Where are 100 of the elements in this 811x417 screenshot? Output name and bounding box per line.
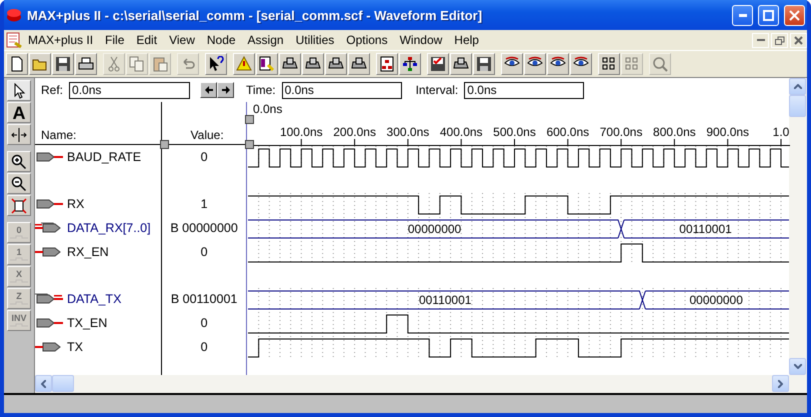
signal-value: B 00110001 xyxy=(170,292,238,306)
toolbar-button[interactable] xyxy=(348,53,370,75)
tick-label: 900.0ns xyxy=(706,125,750,139)
toolbar-button[interactable] xyxy=(325,53,347,75)
signal-name[interactable]: TX_EN xyxy=(67,316,108,330)
magnifier-icon xyxy=(652,56,668,72)
time-field[interactable]: 0.0ns xyxy=(282,82,402,98)
toolbar-button[interactable] xyxy=(205,53,227,75)
bus-value: 00000000 xyxy=(408,222,462,236)
toolbar-button[interactable] xyxy=(570,53,592,75)
signal-value: 0 xyxy=(200,245,209,259)
close-icon xyxy=(794,36,803,44)
toolbar-button[interactable] xyxy=(233,53,255,75)
scroll-left-button[interactable] xyxy=(35,375,52,392)
toolbar-button[interactable] xyxy=(52,53,74,75)
bus-value: 00110001 xyxy=(418,293,472,307)
maximize-icon xyxy=(763,10,774,20)
minimize-button[interactable] xyxy=(752,32,769,48)
copy-icon xyxy=(129,56,145,72)
toolbar-button[interactable] xyxy=(598,53,620,75)
toolbar-button[interactable] xyxy=(427,53,449,75)
time-label: Time: xyxy=(246,83,276,97)
scroll-up-button[interactable] xyxy=(789,78,806,95)
menu-item[interactable]: MAX+plus II xyxy=(22,33,100,47)
interval-field[interactable]: 0.0ns xyxy=(464,82,584,98)
tick-label: 700.0ns xyxy=(600,125,642,139)
signal-name[interactable]: DATA_TX xyxy=(67,292,122,306)
ref-field[interactable]: 0.0ns xyxy=(69,82,190,98)
tick-label: 400.0ns xyxy=(440,125,483,139)
close-button[interactable] xyxy=(790,32,807,48)
close-button[interactable] xyxy=(784,4,805,26)
document-pencil-icon xyxy=(259,56,275,72)
grid-icon xyxy=(601,56,617,72)
tool-button[interactable] xyxy=(7,80,31,101)
menu-item[interactable]: File xyxy=(99,33,130,47)
expand-icon xyxy=(11,126,27,142)
document-icon xyxy=(6,32,22,48)
menu-item[interactable]: Node xyxy=(200,33,242,47)
cursor-time: 0.0ns xyxy=(253,102,282,116)
menu-item[interactable]: Options xyxy=(340,33,394,47)
name-column-header: Name: xyxy=(41,128,76,142)
signal-value: 0 xyxy=(200,340,209,354)
warning-icon xyxy=(236,56,252,72)
scissors-icon xyxy=(106,56,122,72)
minimize-icon xyxy=(738,14,746,16)
ref-label: Ref: xyxy=(41,83,64,97)
signal-name[interactable]: BAUD_RATE xyxy=(67,150,142,164)
toolbar-button[interactable] xyxy=(6,53,28,75)
document-hierarchy-icon xyxy=(379,56,395,72)
tick-label: 1.0 xyxy=(772,125,790,139)
minimize-icon xyxy=(756,39,764,41)
app-icon xyxy=(6,8,22,22)
toolbar-button[interactable] xyxy=(473,53,495,75)
toolbar-button[interactable] xyxy=(75,53,97,75)
restore-icon xyxy=(774,36,784,44)
toolbar-button[interactable] xyxy=(547,53,569,75)
toolbar-button[interactable] xyxy=(450,53,472,75)
cursor-handle[interactable] xyxy=(245,115,254,124)
signal-name[interactable]: DATA_RX[7..0] xyxy=(67,221,151,235)
toolbar-button[interactable] xyxy=(302,53,324,75)
toolbar-button[interactable] xyxy=(29,53,51,75)
window-title: MAX+plus II - c:\serial\serial_comm - [serial_comm.scf - Waveform Editor] xyxy=(27,8,484,22)
scroll-down-button[interactable] xyxy=(789,358,806,375)
tool-button[interactable] xyxy=(7,124,31,145)
grid-icon xyxy=(624,56,640,72)
toolbar-button[interactable] xyxy=(501,53,523,75)
tool-button[interactable] xyxy=(7,173,31,194)
menu-item[interactable]: View xyxy=(163,33,201,47)
menu-item[interactable]: Assign xyxy=(242,33,290,47)
tool-button[interactable]: A xyxy=(7,102,31,123)
maximize-button[interactable] xyxy=(758,4,779,26)
zoom-in-icon xyxy=(11,154,27,170)
restore-button[interactable] xyxy=(771,32,788,48)
previous-button[interactable] xyxy=(200,82,218,98)
minimize-button[interactable] xyxy=(732,4,753,26)
help-pointer-icon xyxy=(208,56,224,72)
scroll-right-button[interactable] xyxy=(772,375,789,392)
toolbar-button[interactable] xyxy=(256,53,278,75)
menu-item[interactable]: Window xyxy=(394,33,448,47)
signal-name[interactable]: RX xyxy=(67,197,84,211)
tick-label: 500.0ns xyxy=(493,125,536,139)
toolbar-button[interactable] xyxy=(279,53,301,75)
toolbar-button[interactable] xyxy=(524,53,546,75)
scroll-thumb[interactable] xyxy=(789,95,806,117)
tool-button[interactable] xyxy=(7,195,31,216)
toolbar-button[interactable] xyxy=(399,53,421,75)
right-arrow-icon xyxy=(222,86,230,94)
next-button[interactable] xyxy=(217,82,234,98)
menu-item[interactable]: Edit xyxy=(130,33,164,47)
signal-value: 0 xyxy=(200,316,209,330)
tool-button[interactable] xyxy=(7,151,31,172)
signal-name[interactable]: TX xyxy=(67,340,83,354)
menu-item[interactable]: Utilities xyxy=(290,33,340,47)
clipboard-icon xyxy=(152,56,168,72)
column-handle[interactable] xyxy=(245,140,254,149)
toolbar-button[interactable] xyxy=(376,53,398,75)
signal-name[interactable]: RX_EN xyxy=(67,245,109,259)
column-handle[interactable] xyxy=(160,140,169,149)
scroll-thumb[interactable] xyxy=(52,375,74,392)
menu-item[interactable]: Help xyxy=(448,33,485,47)
